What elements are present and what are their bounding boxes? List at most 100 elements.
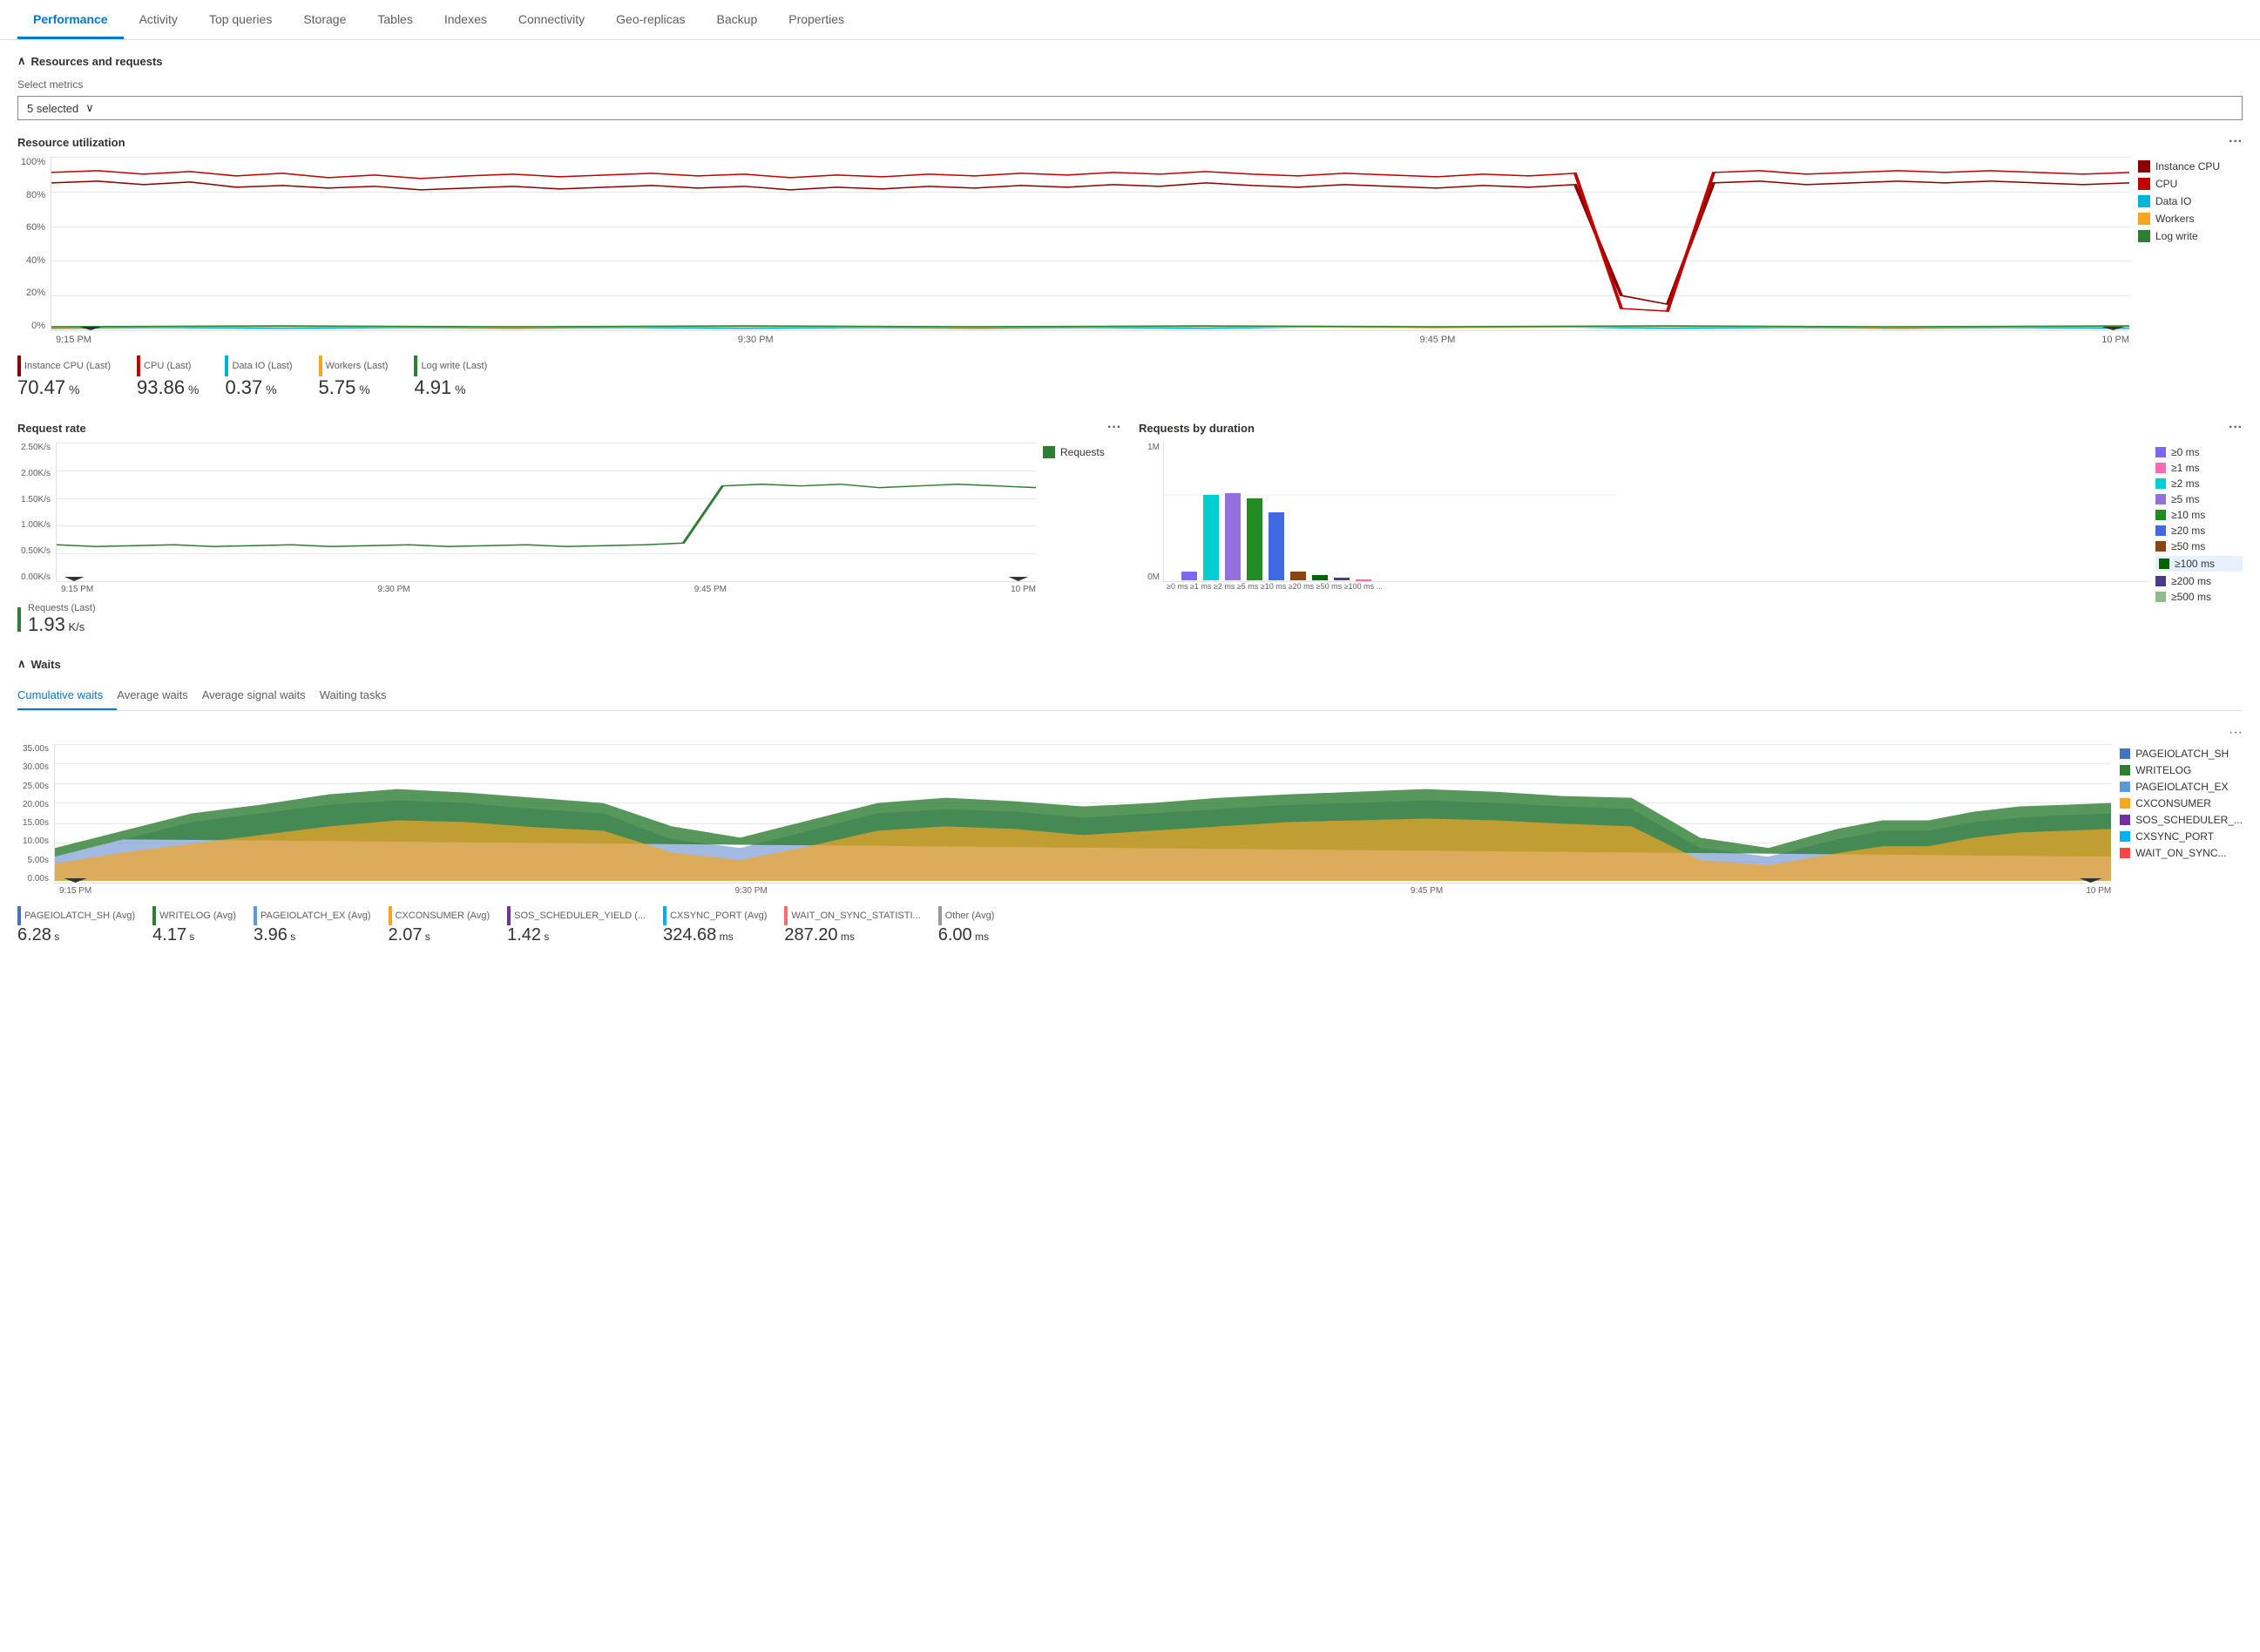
wm-label-sos: SOS_SCHEDULER_YIELD (... — [514, 911, 646, 921]
metric-unit-data-io: % — [262, 383, 276, 396]
rbd-label-2ms: ≥2 ms — [2171, 477, 2200, 490]
metric-bar-data-io — [225, 355, 228, 376]
rr-y-200: 2.00K/s — [21, 469, 51, 478]
rr-metric-label: Requests (Last) — [28, 603, 96, 613]
w-legend-cxconsumer: CXCONSUMER — [2120, 797, 2243, 809]
wm-unit-pageiolatch-ex: s — [288, 931, 295, 943]
rbd-y-0m: 0M — [1147, 572, 1160, 582]
nav-tab-tables[interactable]: Tables — [362, 0, 428, 39]
metric-bar-cpu — [137, 355, 140, 376]
metric-bar-workers — [319, 355, 322, 376]
wm-cxsync: CXSYNC_PORT (Avg) 324.68 ms — [663, 906, 767, 945]
request-rate-menu[interactable]: ··· — [1107, 420, 1121, 436]
resources-chevron: ∧ — [17, 54, 26, 68]
nav-tab-backup[interactable]: Backup — [701, 0, 774, 39]
wm-bar-cxsync — [663, 906, 666, 925]
rr-x-10pm: 10 PM — [1011, 585, 1036, 594]
rbd-label-0ms: ≥0 ms — [2171, 446, 2200, 458]
legend-instance-cpu: Instance CPU — [2138, 160, 2243, 173]
waits-tab-cumulative[interactable]: Cumulative waits — [17, 681, 117, 710]
nav-tab-indexes[interactable]: Indexes — [429, 0, 503, 39]
wm-num-wait-sync: 287.20 — [784, 925, 837, 944]
w-color-sos — [2120, 815, 2130, 825]
wm-unit-writelog: s — [186, 931, 194, 943]
rr-x-945: 9:45 PM — [694, 585, 727, 594]
wm-label-pageiolatch-sh: PAGEIOLATCH_SH (Avg) — [24, 911, 135, 921]
metric-cpu: CPU (Last) 93.86 % — [137, 355, 199, 399]
y-40: 40% — [26, 255, 45, 266]
metric-label-workers: Workers (Last) — [326, 361, 389, 371]
nav-tab-performance[interactable]: Performance — [17, 0, 124, 39]
nav-tab-top-queries[interactable]: Top queries — [193, 0, 288, 39]
w-x-10pm: 10 PM — [2086, 886, 2111, 896]
resources-section-header[interactable]: ∧ Resources and requests — [17, 54, 2243, 68]
metric-bar-instance-cpu — [17, 355, 21, 376]
wm-bar-cxconsumer — [389, 906, 392, 925]
wm-label-cxsync: CXSYNC_PORT (Avg) — [670, 911, 767, 921]
rr-legend-label: Requests — [1060, 446, 1105, 458]
resource-utilization-menu[interactable]: ··· — [2229, 134, 2243, 150]
metric-num-data-io: 0.37 — [225, 376, 262, 398]
rbd-color-2ms — [2155, 478, 2166, 489]
rbd-legend-10ms: ≥10 ms — [2155, 509, 2243, 521]
w-color-pageiolatch-sh — [2120, 748, 2130, 759]
legend-label-data-io: Data IO — [2155, 195, 2191, 207]
w-x-915: 9:15 PM — [59, 886, 91, 896]
w-label-pageiolatch-ex: PAGEIOLATCH_EX — [2135, 781, 2228, 793]
w-x-930: 9:30 PM — [734, 886, 767, 896]
w-y-10: 10.00s — [23, 836, 49, 846]
rbd-legend-500ms: ≥500 ms — [2155, 591, 2243, 603]
rbd-menu[interactable]: ··· — [2229, 420, 2243, 436]
waits-tab-signal[interactable]: Average signal waits — [202, 681, 320, 710]
rbd-legend-0ms: ≥0 ms — [2155, 446, 2243, 458]
nav-tab-geo-replicas[interactable]: Geo-replicas — [600, 0, 700, 39]
wm-bar-pageiolatch-ex — [254, 906, 257, 925]
x-label-10pm: 10 PM — [2101, 335, 2129, 345]
wm-unit-cxconsumer: s — [422, 931, 430, 943]
legend-color-cpu — [2138, 178, 2150, 190]
metric-num-cpu: 93.86 — [137, 376, 185, 398]
rr-metric-bar — [17, 607, 21, 632]
metric-unit-cpu: % — [185, 383, 199, 396]
wm-unit-cxsync: ms — [716, 931, 733, 943]
rbd-color-200ms — [2155, 576, 2166, 586]
w-y-20: 20.00s — [23, 800, 49, 809]
waits-chevron: ∧ — [17, 657, 26, 671]
wm-unit-sos: s — [541, 931, 549, 943]
w-y-0: 0.00s — [28, 874, 49, 884]
w-label-cxconsumer: CXCONSUMER — [2135, 797, 2211, 809]
rbd-color-0ms — [2155, 447, 2166, 457]
waits-section-header[interactable]: ∧ Waits — [17, 657, 2243, 671]
legend-color-workers — [2138, 213, 2150, 225]
waits-title: Waits — [31, 658, 61, 671]
waits-chart-menu[interactable]: ··· — [2229, 725, 2243, 741]
wm-cxconsumer: CXCONSUMER (Avg) 2.07 s — [389, 906, 491, 945]
wm-num-writelog: 4.17 — [152, 925, 186, 944]
rbd-x-label: ≥0 ms ≥1 ms ≥2 ms ≥5 ms ≥10 ms ≥20 ms ≥5… — [1167, 582, 1383, 591]
w-color-writelog — [2120, 765, 2130, 775]
waits-tab-waiting[interactable]: Waiting tasks — [320, 681, 401, 710]
wm-bar-pageiolatch-sh — [17, 906, 21, 925]
nav-tab-properties[interactable]: Properties — [773, 0, 860, 39]
w-legend-sos: SOS_SCHEDULER_... — [2120, 814, 2243, 826]
rbd-legend-2ms: ≥2 ms — [2155, 477, 2243, 490]
nav-tab-activity[interactable]: Activity — [124, 0, 193, 39]
wm-num-pageiolatch-ex: 3.96 — [254, 925, 288, 944]
wm-unit-other: ms — [972, 931, 989, 943]
metrics-select-dropdown[interactable]: 5 selected ∨ — [17, 96, 2243, 120]
wm-num-other: 6.00 — [938, 925, 972, 944]
waits-tab-average[interactable]: Average waits — [117, 681, 201, 710]
nav-tab-storage[interactable]: Storage — [288, 0, 362, 39]
select-metrics-label: Select metrics — [17, 78, 2243, 91]
rbd-legend-200ms: ≥200 ms — [2155, 575, 2243, 587]
nav-tab-connectivity[interactable]: Connectivity — [503, 0, 600, 39]
resource-utilization-section: Resource utilization ··· 100% 80% 60% 40… — [17, 134, 2243, 399]
resources-title: Resources and requests — [31, 55, 163, 68]
rbd-legend-100ms: ≥100 ms — [2155, 556, 2243, 572]
metric-num-log-write: 4.91 — [414, 376, 451, 398]
rbd-legend-50ms: ≥50 ms — [2155, 540, 2243, 552]
rbd-color-20ms — [2155, 525, 2166, 536]
rbd-color-10ms — [2155, 510, 2166, 520]
rr-y-100: 1.00K/s — [21, 520, 51, 530]
y-60: 60% — [26, 222, 45, 233]
